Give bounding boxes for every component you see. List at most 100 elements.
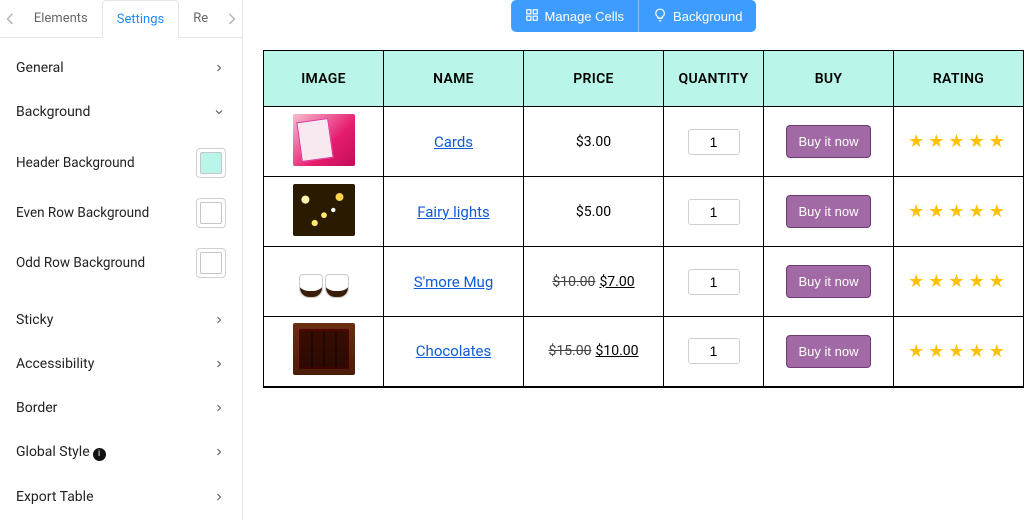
buy-button[interactable]: Buy it now [786, 125, 872, 158]
col-quantity[interactable]: QUANTITY [664, 51, 764, 107]
table-body: Cards $3.00 Buy it now ★★★★★ Fairy lights $5.… [264, 107, 1024, 387]
buy-button[interactable]: Buy it now [786, 265, 872, 298]
background-button-label: Background [673, 9, 742, 24]
rating-stars: ★★★★★ [908, 341, 1009, 362]
cell-quantity[interactable] [664, 177, 764, 247]
product-link[interactable]: Fairy lights [417, 203, 490, 221]
quantity-input[interactable] [688, 269, 740, 295]
product-link[interactable]: S'more Mug [414, 273, 494, 291]
section-general-label: General [16, 60, 64, 76]
quantity-input[interactable] [688, 338, 740, 364]
product-link[interactable]: Chocolates [416, 342, 491, 360]
odd-row-background-row: Odd Row Background [16, 238, 226, 288]
cell-image[interactable] [264, 247, 384, 317]
background-controls: Header Background Even Row Background Od… [0, 134, 242, 298]
settings-panel: General Background Header Background Eve… [0, 38, 242, 527]
product-link[interactable]: Cards [434, 133, 473, 151]
cell-image[interactable] [264, 177, 384, 247]
even-row-background-swatch[interactable] [196, 198, 226, 228]
cell-name[interactable]: Chocolates [384, 317, 524, 387]
cell-quantity[interactable] [664, 317, 764, 387]
table-row: Chocolates $15.00$10.00 Buy it now ★★★★★ [264, 317, 1024, 387]
cell-name[interactable]: Cards [384, 107, 524, 177]
section-sticky[interactable]: Sticky [0, 298, 242, 342]
editor-canvas: Manage Cells Background IMAGE NAME PRICE… [243, 0, 1024, 520]
cell-buy[interactable]: Buy it now [764, 177, 894, 247]
price-current: $3.00 [576, 134, 611, 150]
section-general[interactable]: General [0, 46, 242, 90]
color-swatch [200, 152, 222, 174]
product-table-wrap: IMAGE NAME PRICE QUANTITY BUY RATING Car… [263, 50, 1024, 388]
quantity-input[interactable] [688, 129, 740, 155]
col-buy[interactable]: BUY [764, 51, 894, 107]
cell-price[interactable]: $10.00$7.00 [524, 247, 664, 317]
sidebar-tabs: Elements Settings Re [0, 0, 242, 38]
section-export-table-label: Export Table [16, 489, 94, 505]
cell-price[interactable]: $3.00 [524, 107, 664, 177]
quantity-input[interactable] [688, 199, 740, 225]
cell-buy[interactable]: Buy it now [764, 247, 894, 317]
cell-rating[interactable]: ★★★★★ [894, 177, 1024, 247]
cell-rating[interactable]: ★★★★★ [894, 107, 1024, 177]
color-swatch [200, 202, 222, 224]
buy-button[interactable]: Buy it now [786, 335, 872, 368]
even-row-background-row: Even Row Background [16, 188, 226, 238]
header-background-swatch[interactable] [196, 148, 226, 178]
background-button[interactable]: Background [638, 0, 756, 32]
tab-settings[interactable]: Settings [102, 0, 179, 38]
header-background-row: Header Background [16, 138, 226, 188]
cell-quantity[interactable] [664, 107, 764, 177]
price-current: $7.00 [599, 274, 634, 290]
cell-rating[interactable]: ★★★★★ [894, 247, 1024, 317]
odd-row-background-swatch[interactable] [196, 248, 226, 278]
buy-button[interactable]: Buy it now [786, 195, 872, 228]
cell-buy[interactable]: Buy it now [764, 107, 894, 177]
settings-sidebar: Elements Settings Re General Background … [0, 0, 243, 520]
cell-rating[interactable]: ★★★★★ [894, 317, 1024, 387]
tab-re[interactable]: Re [179, 0, 222, 37]
cell-quantity[interactable] [664, 247, 764, 317]
manage-cells-button[interactable]: Manage Cells [511, 0, 639, 32]
section-accessibility[interactable]: Accessibility [0, 342, 242, 386]
chevron-right-icon [212, 313, 226, 327]
section-global-style[interactable]: Global Stylei [0, 430, 242, 475]
section-sticky-label: Sticky [16, 312, 53, 328]
odd-row-background-label: Odd Row Background [16, 255, 145, 271]
cell-buy[interactable]: Buy it now [764, 317, 894, 387]
col-rating[interactable]: RATING [894, 51, 1024, 107]
section-border[interactable]: Border [0, 386, 242, 430]
chevron-right-icon [212, 401, 226, 415]
manage-cells-label: Manage Cells [545, 9, 625, 24]
cell-image[interactable] [264, 107, 384, 177]
col-name[interactable]: NAME [384, 51, 524, 107]
cell-price[interactable]: $5.00 [524, 177, 664, 247]
chevron-right-icon [212, 357, 226, 371]
floating-toolbar: Manage Cells Background [511, 0, 757, 32]
tab-scroll-left[interactable] [0, 0, 20, 37]
section-background[interactable]: Background [0, 90, 242, 134]
section-global-style-label: Global Stylei [16, 444, 106, 461]
table-header-row: IMAGE NAME PRICE QUANTITY BUY RATING [264, 51, 1024, 107]
rating-stars: ★★★★★ [908, 201, 1009, 222]
product-thumbnail [293, 114, 355, 166]
color-swatch [200, 252, 222, 274]
cell-price[interactable]: $15.00$10.00 [524, 317, 664, 387]
product-thumbnail [293, 184, 355, 236]
cell-name[interactable]: S'more Mug [384, 247, 524, 317]
price-original: $10.00 [552, 274, 595, 290]
section-border-label: Border [16, 400, 57, 416]
header-background-label: Header Background [16, 155, 135, 171]
cell-name[interactable]: Fairy lights [384, 177, 524, 247]
col-price[interactable]: PRICE [524, 51, 664, 107]
col-image[interactable]: IMAGE [264, 51, 384, 107]
tab-elements[interactable]: Elements [20, 0, 102, 37]
cell-image[interactable] [264, 317, 384, 387]
rating-stars: ★★★★★ [908, 131, 1009, 152]
chevron-down-icon [212, 105, 226, 119]
product-thumbnail [293, 254, 355, 306]
tab-scroll-right[interactable] [222, 0, 242, 37]
chevron-right-icon [212, 61, 226, 75]
even-row-background-label: Even Row Background [16, 205, 149, 221]
section-export-table[interactable]: Export Table [0, 475, 242, 519]
product-thumbnail [293, 323, 355, 375]
